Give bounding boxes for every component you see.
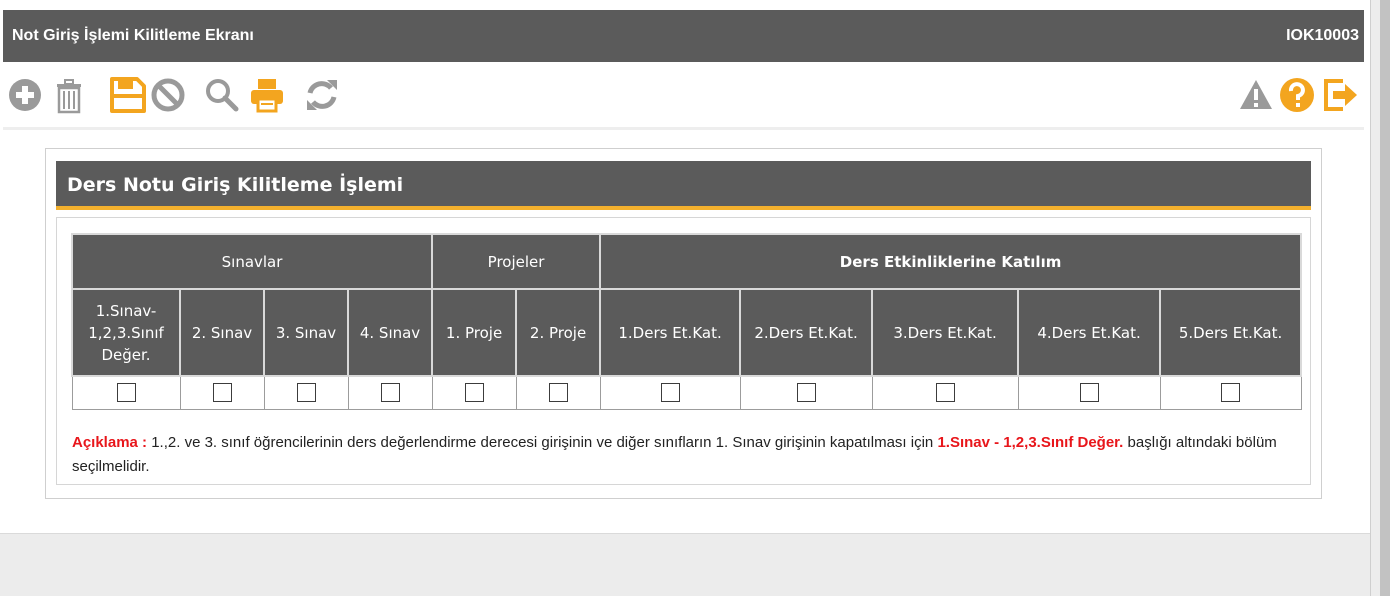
- checkbox-cell: [599, 375, 741, 410]
- print-icon[interactable]: [248, 76, 286, 114]
- checkbox-row: [71, 375, 1302, 410]
- window-title: Not Giriş İşlemi Kilitleme Ekranı: [12, 27, 254, 44]
- lock-checkbox-exam-3[interactable]: [296, 383, 316, 403]
- page-frame: Not Giriş İşlemi Kilitleme Ekranı IOK100…: [0, 0, 1370, 596]
- checkbox-cell: [739, 375, 873, 410]
- column-header: 5.Ders Et.Kat.: [1159, 288, 1303, 377]
- note-highlight: 1.Sınav - 1,2,3.Sınıf Değer.: [937, 434, 1124, 451]
- search-icon[interactable]: [203, 76, 241, 114]
- group-header-exams: Sınavlar: [70, 233, 434, 290]
- column-header: 4. Sınav: [346, 288, 434, 377]
- warning-icon[interactable]: [1237, 76, 1275, 114]
- add-icon[interactable]: [7, 76, 45, 114]
- column-header: 2. Sınav: [179, 288, 265, 377]
- save-icon[interactable]: [109, 76, 147, 114]
- lock-panel: Ders Notu Giriş Kilitleme İşlemi Sınavla…: [45, 148, 1322, 499]
- lock-checkbox-participation-4[interactable]: [1079, 383, 1099, 403]
- column-header: 1. Proje: [431, 288, 518, 377]
- note-label: Açıklama :: [72, 434, 148, 451]
- panel-header: Ders Notu Giriş Kilitleme İşlemi: [56, 161, 1311, 210]
- help-icon[interactable]: [1278, 76, 1316, 114]
- lock-checkbox-project-1[interactable]: [464, 383, 484, 403]
- group-header-participation: Ders Etkinliklerine Katılım: [599, 233, 1303, 290]
- exit-icon[interactable]: [1321, 76, 1359, 114]
- checkbox-cell: [71, 375, 181, 410]
- toolbar: [3, 62, 1364, 130]
- explanation-note: Açıklama : 1.,2. ve 3. sınıf öğrencileri…: [72, 431, 1297, 479]
- column-header: 3. Sınav: [263, 288, 349, 377]
- checkbox-cell: [179, 375, 265, 410]
- screen-code: IOK10003: [1286, 27, 1359, 44]
- column-header: 1.Sınav-1,2,3.Sınıf Değer.: [71, 288, 181, 377]
- lock-checkbox-exam-2[interactable]: [212, 383, 232, 403]
- checkbox-cell: [1159, 375, 1302, 410]
- checkbox-cell: [431, 375, 517, 410]
- lock-checkbox-participation-5[interactable]: [1221, 383, 1241, 403]
- panel-title: Ders Notu Giriş Kilitleme İşlemi: [67, 174, 404, 196]
- column-header: 4.Ders Et.Kat.: [1017, 288, 1162, 377]
- checkbox-cell: [871, 375, 1019, 410]
- lock-checkbox-project-2[interactable]: [548, 383, 568, 403]
- checkbox-cell: [347, 375, 433, 410]
- trash-icon[interactable]: [51, 76, 89, 114]
- column-header: 2.Ders Et.Kat.: [739, 288, 874, 377]
- refresh-icon[interactable]: [303, 76, 341, 114]
- lock-checkbox-participation-3[interactable]: [935, 383, 955, 403]
- lock-checkbox-participation-2[interactable]: [796, 383, 816, 403]
- window-title-bar: Not Giriş İşlemi Kilitleme Ekranı IOK100…: [3, 10, 1364, 62]
- lock-checkbox-exam-4[interactable]: [380, 383, 400, 403]
- note-text-before: 1.,2. ve 3. sınıf öğrencilerinin ders de…: [151, 434, 934, 451]
- page-footer-area: [0, 533, 1370, 596]
- lock-table: Sınavlar Projeler Ders Etkinliklerine Ka…: [70, 233, 1303, 410]
- cancel-icon[interactable]: [149, 76, 187, 114]
- checkbox-cell: [1017, 375, 1161, 410]
- lock-checkbox-exam-1[interactable]: [116, 383, 136, 403]
- column-header: 1.Ders Et.Kat.: [599, 288, 742, 377]
- group-header-projects: Projeler: [431, 233, 602, 290]
- column-header: 3.Ders Et.Kat.: [871, 288, 1020, 377]
- column-header: 2. Proje: [515, 288, 602, 377]
- lock-checkbox-participation-1[interactable]: [660, 383, 680, 403]
- scrollbar-thumb[interactable]: [1380, 0, 1390, 596]
- checkbox-cell: [515, 375, 601, 410]
- checkbox-cell: [263, 375, 349, 410]
- panel-body: Sınavlar Projeler Ders Etkinliklerine Ka…: [56, 217, 1311, 485]
